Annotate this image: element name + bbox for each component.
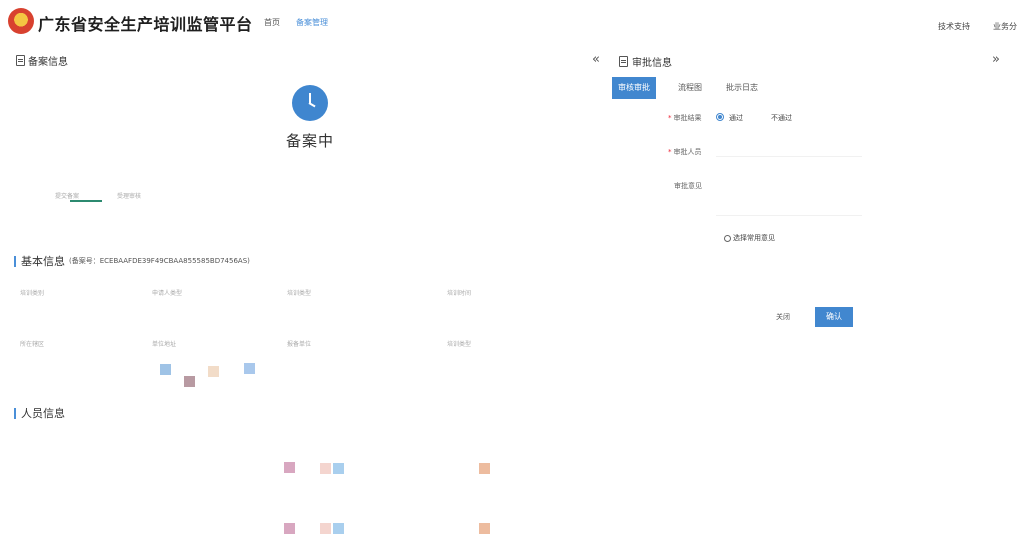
people-info-heading: 人员信息	[14, 405, 65, 421]
radio-reject[interactable]	[758, 113, 766, 121]
attachment-thumbnail[interactable]	[479, 463, 490, 474]
confirm-button[interactable]: 确认	[815, 307, 853, 327]
opinion-textarea[interactable]	[716, 176, 862, 216]
attachment-thumbnail[interactable]	[333, 523, 344, 534]
step-tab-2[interactable]: 受理审核	[117, 191, 141, 200]
approval-panel-heading: 审批信息	[619, 54, 672, 69]
radio-reject-label: 不通过	[771, 114, 792, 122]
record-info-title: 备案信息	[28, 57, 68, 68]
active-step-underline	[70, 200, 102, 202]
field-label: 申请人类型	[152, 290, 183, 297]
attachment-thumbnail[interactable]	[160, 364, 171, 375]
approval-panel-title: 审批信息	[632, 58, 672, 69]
basic-info-title: 基本信息	[21, 255, 65, 268]
collapse-left-button[interactable]: «	[592, 52, 600, 67]
common-opinion-button[interactable]: 选择常用意见	[724, 233, 775, 243]
person-label: * 审批人员	[668, 148, 702, 156]
app-title: 广东省安全生产培训监管平台	[38, 15, 253, 34]
field-label: 培训时间	[447, 290, 472, 297]
radio-pass-label: 通过	[729, 114, 743, 122]
field-label: 培训类型	[447, 341, 472, 348]
attachment-thumbnail[interactable]	[333, 463, 344, 474]
record-number: (备案号：ECEBAAFDE39F49CBAA855585BD7456AS)	[69, 257, 250, 265]
field-label: 培训类别	[20, 290, 45, 297]
field-label: 培训类型	[287, 290, 312, 297]
opinion-label: 审批意见	[674, 182, 702, 190]
field-label: 单位地址	[152, 341, 177, 348]
tech-support-link[interactable]: 技术支持	[938, 21, 970, 32]
tab-flowchart[interactable]: 流程图	[672, 77, 708, 99]
collapse-right-button[interactable]: »	[992, 52, 1000, 67]
result-label: * 审批结果	[668, 114, 702, 122]
nav-home[interactable]: 首页	[264, 17, 280, 28]
close-button[interactable]: 关闭	[776, 312, 790, 322]
field-label: 所在辖区	[20, 341, 45, 348]
attachment-thumbnail[interactable]	[184, 376, 195, 387]
circle-icon	[724, 234, 731, 242]
document-icon	[16, 55, 25, 66]
person-input[interactable]	[716, 143, 862, 157]
field-label: 报备单位	[287, 341, 312, 348]
radio-pass[interactable]	[716, 113, 724, 121]
attachment-thumbnail[interactable]	[284, 462, 295, 473]
clock-icon	[292, 85, 328, 121]
nav-record-management[interactable]: 备案管理	[296, 17, 328, 28]
attachment-thumbnail[interactable]	[284, 523, 295, 534]
attachment-thumbnail[interactable]	[244, 363, 255, 374]
common-opinion-label: 选择常用意见	[733, 234, 775, 242]
attachment-thumbnail[interactable]	[479, 523, 490, 534]
top-header: 广东省安全生产培训监管平台 首页 备案管理 技术支持 业务分	[0, 0, 1022, 44]
document-icon	[619, 56, 628, 67]
business-link[interactable]: 业务分	[993, 21, 1017, 32]
step-tab-1[interactable]: 提交备案	[55, 191, 79, 200]
tab-log[interactable]: 批示日志	[720, 77, 764, 99]
attachment-thumbnail[interactable]	[320, 463, 331, 474]
tab-approval[interactable]: 审核审批	[612, 77, 656, 99]
attachment-thumbnail[interactable]	[208, 366, 219, 377]
people-info-title: 人员信息	[21, 407, 65, 420]
basic-info-heading: 基本信息 (备案号：ECEBAAFDE39F49CBAA855585BD7456…	[14, 253, 250, 269]
emblem-logo	[8, 8, 34, 34]
attachment-thumbnail[interactable]	[320, 523, 331, 534]
record-info-heading: 备案信息	[16, 53, 68, 68]
status-text: 备案中	[286, 132, 335, 150]
